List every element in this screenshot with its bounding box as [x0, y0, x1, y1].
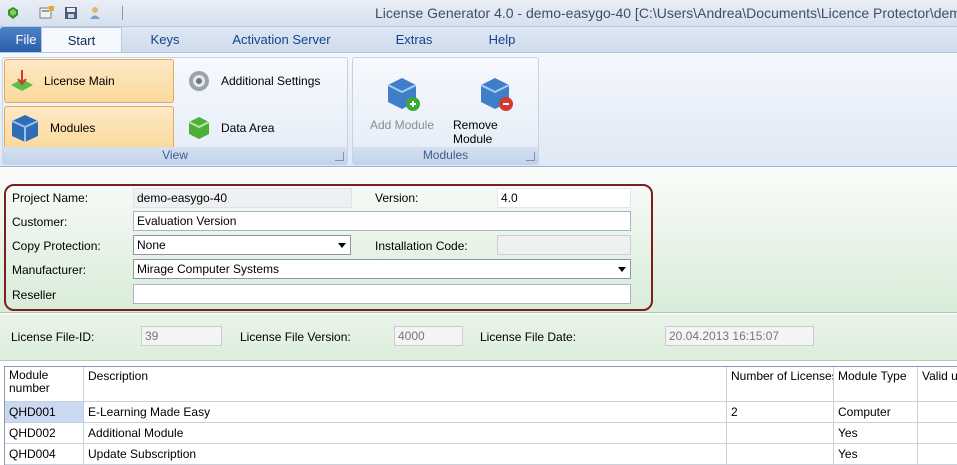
license-file-info: License File-ID: 39 License File Version…: [0, 314, 957, 361]
license-file-version-field[interactable]: 4000: [394, 326, 463, 346]
customer-field[interactable]: Evaluation Version: [133, 211, 631, 231]
project-name-field[interactable]: demo-easygo-40: [133, 188, 352, 208]
data-area-icon: [188, 117, 210, 139]
manufacturer-select[interactable]: Mirage Computer Systems: [133, 259, 631, 279]
quick-access-toolbar: [4, 5, 123, 21]
view-group-label: View: [3, 147, 347, 164]
data-area-button[interactable]: Data Area: [179, 106, 347, 150]
tab-activation-server[interactable]: Activation Server: [225, 27, 338, 52]
window-title: License Generator 4.0 - demo-easygo-40 […: [375, 5, 957, 21]
module-type-cell[interactable]: Computer: [834, 402, 918, 423]
remove-module-button[interactable]: Remove Module: [453, 74, 537, 146]
reseller-field[interactable]: [133, 284, 631, 304]
manufacturer-label: Manufacturer:: [12, 263, 87, 277]
project-form-area: Project Name: demo-easygo-40 Version: 4.…: [0, 168, 957, 313]
version-field[interactable]: 4.0: [497, 188, 631, 208]
license-file-date-field[interactable]: 20.04.2013 16:15:07: [665, 326, 814, 346]
column-header-number-of-licenses[interactable]: Number of Licenses: [727, 367, 834, 402]
description-cell[interactable]: E-Learning Made Easy: [84, 402, 727, 423]
save-icon[interactable]: [62, 5, 80, 21]
number-of-licenses-cell[interactable]: 2: [727, 402, 834, 423]
tab-keys[interactable]: Keys: [137, 27, 193, 52]
description-cell[interactable]: Update Subscription: [84, 444, 727, 465]
modules-group: Add Module Remove Module Modules: [352, 57, 539, 165]
column-header-valid-until[interactable]: Valid un: [918, 367, 957, 402]
tab-help[interactable]: Help: [478, 27, 526, 52]
column-header-module-number[interactable]: Module number: [5, 367, 84, 402]
license-file-id-label: License File-ID:: [11, 330, 95, 344]
license-main-icon: [11, 70, 33, 91]
license-file-id-field[interactable]: 39: [141, 326, 222, 346]
number-of-licenses-cell[interactable]: [727, 423, 834, 444]
version-label: Version:: [375, 191, 419, 205]
module-number-cell[interactable]: QHD002: [5, 423, 84, 444]
column-header-description[interactable]: Description: [84, 367, 727, 402]
additional-settings-label: Additional Settings: [221, 74, 321, 88]
add-module-icon: [387, 78, 420, 111]
license-file-version-label: License File Version:: [240, 330, 351, 344]
copy-protection-label: Copy Protection:: [12, 239, 101, 253]
column-header-module-type[interactable]: Module Type: [834, 367, 918, 402]
modules-button[interactable]: Modules: [4, 106, 174, 150]
additional-settings-button[interactable]: Additional Settings: [179, 59, 347, 103]
toolbar-separator: [122, 6, 123, 20]
license-main-button[interactable]: License Main: [4, 59, 174, 103]
table-header: Module number Description Number of Lice…: [5, 367, 957, 402]
table-row[interactable]: QHD004 Update Subscription Yes: [5, 444, 957, 465]
module-number-cell[interactable]: QHD001: [5, 402, 84, 423]
chevron-down-icon: [618, 267, 626, 272]
modules-group-launcher-icon[interactable]: [526, 152, 535, 161]
manufacturer-value: Mirage Computer Systems: [137, 262, 280, 276]
user-icon[interactable]: [86, 5, 104, 21]
title-bar: License Generator 4.0 - demo-easygo-40 […: [0, 0, 957, 27]
description-cell[interactable]: Additional Module: [84, 423, 727, 444]
view-group: License Main Additional Settings Modules…: [2, 57, 348, 165]
add-module-label: Add Module: [369, 118, 435, 132]
license-file-date-label: License File Date:: [480, 330, 577, 344]
data-area-label: Data Area: [221, 121, 275, 135]
modules-table: Module number Description Number of Lice…: [4, 366, 957, 465]
customer-label: Customer:: [12, 215, 68, 229]
installation-code-label: Installation Code:: [375, 239, 468, 253]
module-type-cell[interactable]: Yes: [834, 444, 918, 465]
module-type-cell[interactable]: Yes: [834, 423, 918, 444]
valid-until-cell[interactable]: [918, 423, 957, 444]
copy-protection-value: None: [137, 238, 166, 252]
valid-until-cell[interactable]: [918, 444, 957, 465]
project-name-label: Project Name:: [12, 191, 89, 205]
modules-group-label: Modules: [353, 147, 538, 164]
modules-icon: [11, 115, 39, 142]
properties-icon[interactable]: [38, 5, 56, 21]
remove-module-label: Remove Module: [453, 118, 498, 146]
reseller-label: Reseller: [12, 288, 57, 302]
module-number-cell[interactable]: QHD004: [5, 444, 84, 465]
modules-label: Modules: [50, 121, 96, 135]
installation-code-field[interactable]: [497, 235, 631, 255]
tab-start[interactable]: Start: [41, 27, 122, 52]
table-row[interactable]: QHD001 E-Learning Made Easy 2 Computer: [5, 402, 957, 423]
number-of-licenses-cell[interactable]: [727, 444, 834, 465]
view-group-launcher-icon[interactable]: [335, 152, 344, 161]
tab-extras[interactable]: Extras: [388, 27, 440, 52]
copy-protection-select[interactable]: None: [133, 235, 351, 255]
table-row[interactable]: QHD002 Additional Module Yes: [5, 423, 957, 444]
valid-until-cell[interactable]: [918, 402, 957, 423]
add-module-button[interactable]: Add Module: [365, 74, 439, 132]
gear-icon: [189, 71, 209, 91]
remove-module-icon: [480, 78, 513, 111]
ribbon: License Main Additional Settings Modules…: [0, 52, 957, 167]
ribbon-tabs: File Start Keys Activation Server Extras…: [0, 27, 957, 52]
license-main-label: License Main: [44, 74, 115, 88]
app-icon[interactable]: [4, 5, 22, 21]
chevron-down-icon: [338, 243, 346, 248]
